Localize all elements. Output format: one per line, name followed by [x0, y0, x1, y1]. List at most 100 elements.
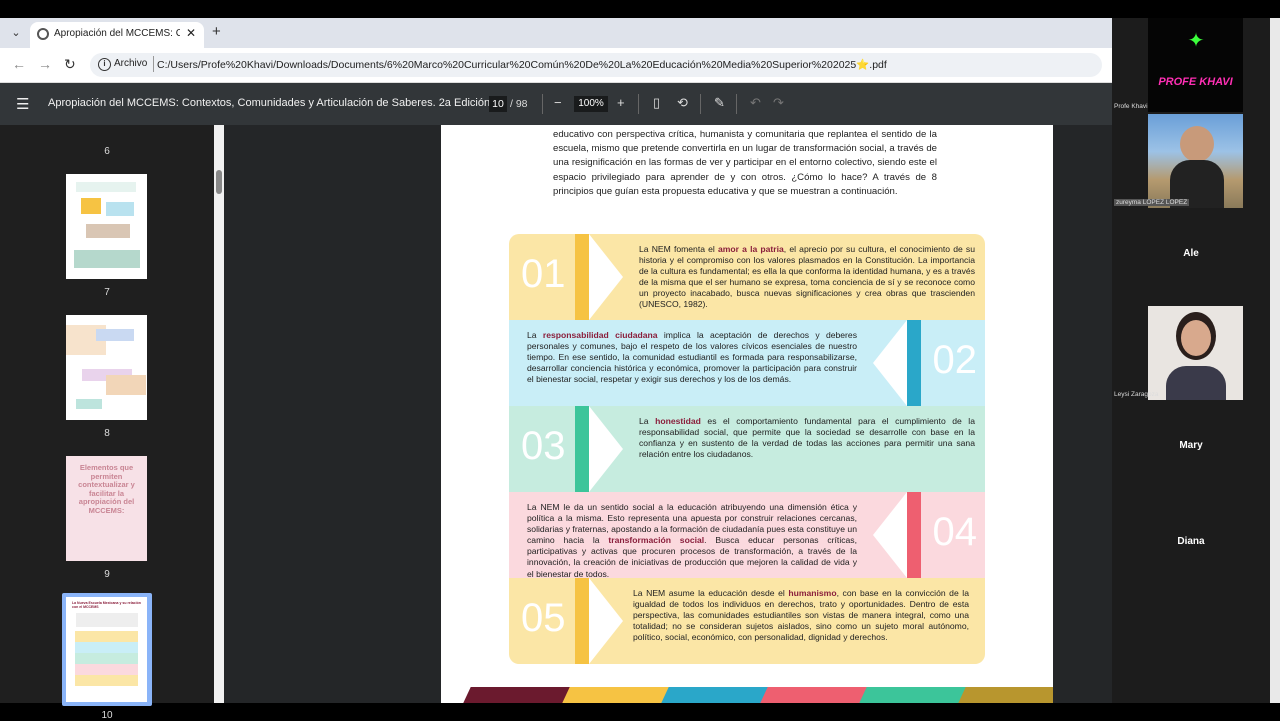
redo-icon[interactable]: ↷: [773, 95, 784, 111]
undo-icon[interactable]: ↶: [750, 95, 761, 111]
person-body: [1166, 366, 1226, 400]
thumb-graphic: [81, 198, 101, 214]
thumb-graphic: [75, 664, 138, 675]
principle-band: 05 La NEM asume la educación desde el hum…: [509, 578, 985, 664]
address-bar[interactable]: i Archivo C:/Users/Profe%20Khavi/Downloa…: [90, 53, 1102, 77]
principle-accent-stripe: [907, 320, 921, 406]
thumbnail-number: 8: [104, 428, 110, 439]
video-call-panel: ✦ PROFE KHAVI Profe Khavi zureyma LOPEZ …: [1112, 18, 1280, 703]
participant-name: Profe Khavi: [1114, 103, 1148, 110]
principle-accent-stripe: [575, 234, 589, 320]
principle-band: 01 La NEM fomenta el amor a la patria, el…: [509, 234, 985, 320]
thumb-graphic: [74, 250, 140, 268]
participant-video: ✦ PROFE KHAVI: [1148, 18, 1243, 112]
screen: ⌄ Apropiación del MCCEMS: Cont ✕ + ← → ↻…: [0, 0, 1280, 721]
principle-number: 01: [521, 252, 566, 296]
thumb-graphic: [75, 675, 138, 686]
thumb-caption: La Nueva Escuela Mexicana y su relación …: [72, 601, 141, 609]
principle-text: La NEM asume la educación desde el human…: [633, 588, 969, 643]
address-scheme: Archivo: [114, 58, 148, 69]
principle-text-part: La NEM asume la educación desde el: [633, 588, 789, 598]
participant-name: Leysi Zaragoza: [1114, 391, 1159, 398]
thumbnail-number: 9: [104, 569, 110, 580]
thumbnail-number: 10: [101, 710, 113, 721]
participant-video: [1148, 306, 1243, 400]
principle-highlight: humanismo: [788, 588, 837, 598]
footer-stripe: [562, 687, 670, 703]
principle-accent-stripe: [575, 578, 589, 664]
participant-tile[interactable]: Leysi Zaragoza: [1112, 306, 1270, 400]
rotate-icon[interactable]: ⟲: [677, 95, 688, 111]
thumb-graphic: [76, 399, 102, 409]
thumb-graphic: [106, 202, 134, 216]
participant-name: Mary: [1179, 440, 1203, 451]
principle-number: 02: [932, 338, 978, 382]
principle-band: 03 La honestidad es el comportamiento fun…: [509, 406, 985, 492]
menu-icon[interactable]: ☰: [16, 95, 29, 113]
thumbnail-sidebar: 6 7 8 Elementos que permiten contextuali…: [0, 125, 224, 721]
participant-name: zureyma LOPEZ LOPEZ: [1114, 199, 1190, 206]
participant-tile[interactable]: Mary: [1112, 402, 1270, 496]
zoom-in-icon[interactable]: +: [617, 95, 625, 110]
page-thumbnail-9[interactable]: Elementos que permiten contextualizar y …: [66, 456, 147, 561]
thumbnail-number: 6: [104, 146, 110, 157]
pdf-title: Apropiación del MCCEMS: Contextos, Comun…: [48, 97, 494, 109]
info-icon[interactable]: i: [98, 58, 111, 71]
chevron-icon: [589, 406, 623, 492]
sidebar-scroll-thumb[interactable]: [216, 170, 222, 194]
fit-page-icon[interactable]: ▯: [653, 95, 660, 111]
reload-icon[interactable]: ↻: [64, 56, 76, 73]
back-icon[interactable]: ←: [12, 56, 26, 72]
thumb-graphic: [86, 224, 130, 238]
tab-strip: ⌄ Apropiación del MCCEMS: Cont ✕ +: [0, 18, 1112, 48]
toolbar-divider: [542, 94, 543, 114]
forward-icon[interactable]: →: [38, 56, 52, 72]
annotate-icon[interactable]: ✎: [714, 95, 725, 111]
footer-stripe: [859, 687, 967, 703]
participant-tile[interactable]: ✦ PROFE KHAVI Profe Khavi: [1112, 18, 1270, 112]
sidebar-scrollbar[interactable]: [214, 125, 224, 703]
principle-accent-stripe: [907, 492, 921, 578]
zoom-input[interactable]: 100%: [574, 96, 608, 112]
principle-text: La honestidad es el comportamiento funda…: [639, 416, 975, 460]
thumb-graphic: [76, 613, 138, 627]
chevron-icon: [589, 234, 623, 320]
page-footer-stripes: [441, 687, 1053, 703]
browser-window: ⌄ Apropiación del MCCEMS: Cont ✕ + ← → ↻…: [0, 18, 1112, 721]
participant-tile[interactable]: Ale: [1112, 210, 1270, 304]
tab-search-icon[interactable]: ⌄: [6, 24, 26, 42]
footer-stripe: [958, 687, 1053, 703]
footer-stripe: [661, 687, 769, 703]
browser-tab[interactable]: Apropiación del MCCEMS: Cont ✕: [30, 22, 204, 48]
principle-text-part: La: [639, 416, 656, 426]
new-tab-icon[interactable]: +: [212, 23, 221, 40]
page-thumbnail-7[interactable]: [66, 174, 147, 279]
participant-tile[interactable]: Diana: [1112, 498, 1270, 592]
principle-number: 04: [932, 510, 978, 554]
principle-text-part: La: [527, 330, 543, 340]
page-thumbnail-8[interactable]: [66, 315, 147, 420]
person-face: [1181, 320, 1211, 356]
person-face: [1180, 126, 1214, 162]
page-thumbnail-10[interactable]: La Nueva Escuela Mexicana y su relación …: [66, 597, 147, 702]
principle-accent-stripe: [575, 406, 589, 492]
thumb-caption: Elementos que permiten contextualizar y …: [78, 463, 135, 515]
principle-band: 02 La responsabilidad ciudadana implica l…: [509, 320, 985, 406]
principle-number: 05: [521, 596, 566, 640]
page-number-input[interactable]: 10: [489, 96, 507, 112]
participant-tile[interactable]: zureyma LOPEZ LOPEZ: [1112, 114, 1270, 208]
principle-text: La NEM le da un sentido social a la educ…: [527, 502, 857, 580]
participant-name: Diana: [1177, 536, 1205, 547]
intro-paragraph: educativo con perspectiva crítica, human…: [553, 129, 937, 197]
logo-text: PROFE KHAVI: [1158, 76, 1233, 88]
address-url[interactable]: C:/Users/Profe%20Khavi/Downloads/Documen…: [157, 58, 887, 71]
page-total: / 98: [510, 98, 528, 110]
close-tab-icon[interactable]: ✕: [186, 26, 196, 40]
panel-scrollbar[interactable]: [1270, 18, 1280, 703]
thumb-graphic: [75, 653, 138, 664]
participant-name: Ale: [1183, 248, 1199, 259]
footer-stripe: [760, 687, 868, 703]
tab-title: Apropiación del MCCEMS: Cont: [54, 28, 180, 39]
pdf-viewer: educativo con perspectiva crítica, human…: [224, 125, 1112, 703]
zoom-out-icon[interactable]: −: [554, 95, 562, 110]
